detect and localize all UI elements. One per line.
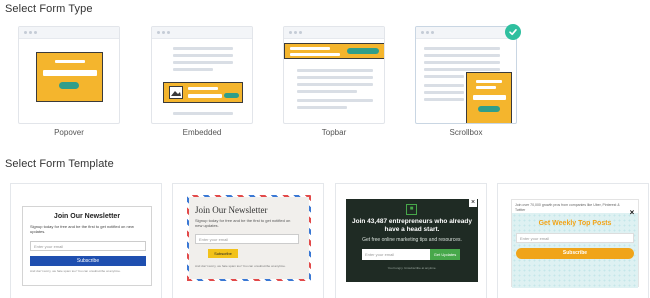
template-body: Signup today for free and be the first t… [30, 224, 134, 234]
form-type-scrollbox-card[interactable] [415, 26, 517, 124]
scrollbox-preview [466, 72, 512, 123]
template-heading: Get Weekly Top Posts [538, 220, 612, 227]
template-4-panel: × Get Weekly Top Posts Enter your email … [512, 209, 638, 288]
browser-chrome [416, 27, 516, 39]
subscribe-button[interactable]: Subscribe [516, 248, 634, 259]
browser-chrome [152, 27, 252, 39]
topbar-preview [284, 43, 384, 59]
form-template-heading: Select Form Template [5, 158, 114, 170]
badge-icon: ■ [406, 204, 417, 215]
form-type-topbar-label: Topbar [321, 128, 347, 137]
email-field[interactable]: Enter your email [195, 234, 299, 244]
template-fineprint: And don't worry, we hate spam too! You c… [30, 269, 121, 273]
embedded-preview [163, 82, 243, 103]
template-card-2[interactable]: Join Our Newsletter Signup today for fre… [172, 183, 324, 298]
form-type-popover-label: Popover [54, 128, 84, 137]
image-icon [169, 86, 183, 99]
template-subtitle: Get free online marketing tips and resou… [362, 237, 462, 243]
subscribe-button[interactable]: Subscribe [30, 256, 146, 266]
form-type-topbar-card[interactable] [283, 26, 385, 124]
popover-preview [36, 52, 103, 102]
close-icon[interactable]: × [628, 209, 636, 217]
template-fineprint: And don't worry, we hate spam too! You c… [195, 264, 286, 268]
browser-chrome [284, 27, 384, 39]
email-field[interactable]: Enter your email [516, 233, 634, 243]
template-heading: Join 43,487 entrepreneurs who already ha… [352, 218, 472, 233]
form-type-scrollbox-label: Scrollbox [449, 128, 483, 137]
template-card-3[interactable]: × ■ Join 43,487 entrepreneurs who alread… [335, 183, 487, 298]
template-heading: Join Our Newsletter [195, 205, 268, 215]
template-card-1[interactable]: Join Our Newsletter Signup today for fre… [10, 183, 162, 298]
form-type-popover-card[interactable] [18, 26, 120, 124]
template-heading: Join Our Newsletter [53, 213, 121, 220]
browser-chrome [19, 27, 119, 39]
template-2-form: Join Our Newsletter Signup today for fre… [187, 195, 311, 281]
form-type-heading: Select Form Type [5, 3, 93, 15]
form-type-embedded-card[interactable] [151, 26, 253, 124]
template-3-form: × ■ Join 43,487 entrepreneurs who alread… [346, 199, 478, 282]
template-1-form: Join Our Newsletter Signup today for fre… [22, 206, 152, 286]
email-field[interactable]: Enter your email [30, 241, 146, 251]
get-updates-button[interactable]: Get Updates [430, 249, 460, 260]
template-fineprint: You hungry. Unsubscribe at anytime. [387, 266, 437, 270]
template-card-4[interactable]: Join over 70,000 growth pros from compan… [497, 183, 649, 298]
form-type-embedded-label: Embedded [182, 128, 222, 137]
email-field[interactable]: Enter your email [362, 249, 430, 260]
template-topline: Join over 70,000 growth pros from compan… [515, 203, 620, 212]
template-4-form: Join over 70,000 growth pros from compan… [511, 199, 639, 288]
template-body: Signup today for free and be the first t… [195, 218, 291, 228]
subscribe-button[interactable]: Subscribe [208, 249, 238, 258]
close-icon[interactable]: × [469, 199, 477, 207]
selected-check-icon [505, 24, 521, 40]
